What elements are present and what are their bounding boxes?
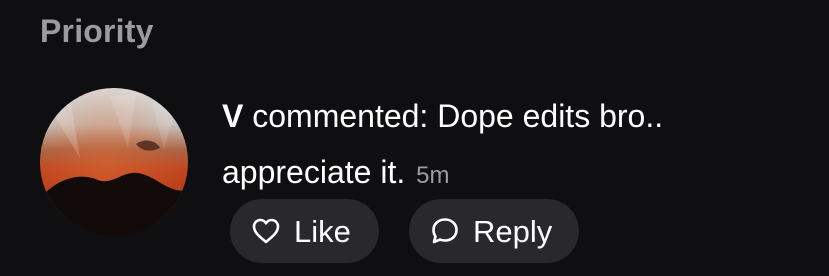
avatar[interactable] [40,88,188,236]
like-label: Like [294,213,351,249]
like-button[interactable]: Like [230,199,379,263]
timestamp: 5m [416,162,450,189]
avatar-image [40,88,188,236]
reply-label: Reply [473,213,553,249]
notification-actions: Like Reply [230,199,579,263]
speech-bubble-icon [429,215,461,247]
heart-icon [250,215,282,247]
reply-button[interactable]: Reply [409,199,579,263]
notification-message[interactable]: V commented: Dope edits bro.. appreciate… [222,88,782,204]
section-title: Priority [40,13,154,49]
actor-name[interactable]: V [222,98,243,134]
